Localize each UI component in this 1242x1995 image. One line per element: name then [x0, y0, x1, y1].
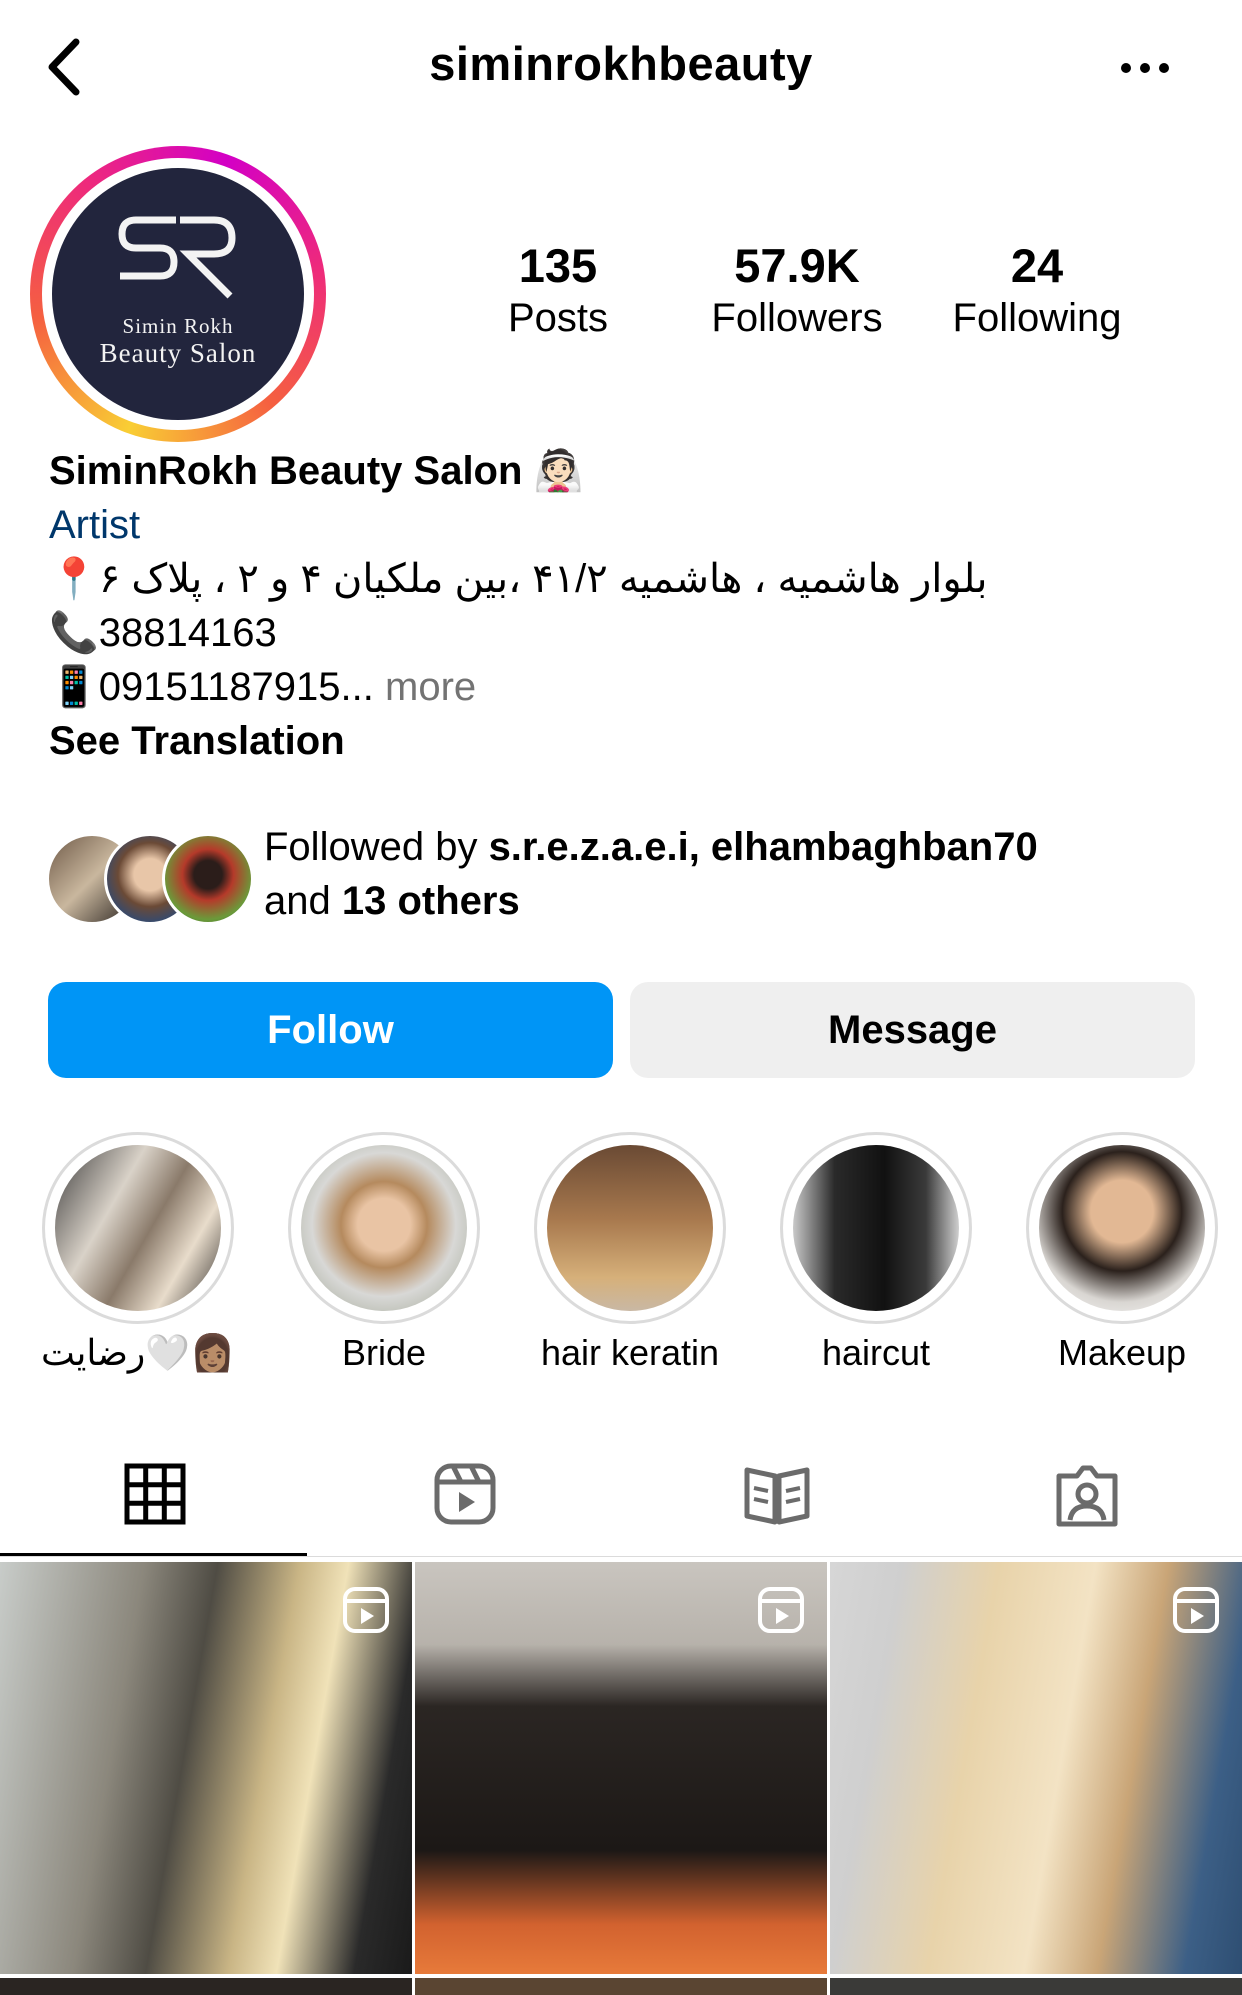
bio-phone: 📞38814163	[49, 611, 277, 655]
highlight-makeup[interactable]: Makeup	[1026, 1132, 1218, 1373]
more-options-button[interactable]	[1110, 40, 1180, 100]
highlight-cover	[547, 1145, 713, 1311]
bio-address: 📍بلوار هاشمیه ، هاشمیه ۴۱/۲ ،بین ملکیان …	[49, 557, 988, 601]
grid-icon	[124, 1463, 186, 1525]
followers-label: Followers	[711, 296, 883, 340]
followed-by-users[interactable]: s.r.e.z.a.e.i, elhambaghban70	[489, 825, 1038, 869]
following-label: Following	[952, 296, 1122, 340]
tagged-person-icon	[1056, 1465, 1118, 1527]
tab-tagged[interactable]	[930, 1440, 1240, 1556]
bio-mobile: 📱09151187915...	[49, 665, 374, 709]
reel-indicator-icon	[1173, 1587, 1219, 1633]
bio-more-link[interactable]: more	[374, 665, 476, 709]
post-thumbnail[interactable]	[415, 1978, 827, 1995]
followed-by-others[interactable]: 13 others	[342, 879, 520, 923]
profile-display-name: SiminRokh Beauty Salon 👰🏻	[49, 449, 584, 493]
post-thumbnail[interactable]	[830, 1562, 1242, 1974]
highlight-label: Makeup	[1057, 1332, 1187, 1373]
highlight-label: رضایت🤍👩🏽	[41, 1332, 235, 1373]
reel-indicator-icon	[758, 1587, 804, 1633]
avatar-brand-line2: Beauty Salon	[99, 338, 257, 368]
post-thumbnail[interactable]	[830, 1978, 1242, 1995]
profile-category[interactable]: Artist	[49, 498, 140, 552]
bio-mobile-line: 📱09151187915... more	[49, 660, 476, 714]
following-count[interactable]: 24 Following	[937, 238, 1137, 342]
highlight-ring	[534, 1132, 726, 1324]
highlight-ring	[288, 1132, 480, 1324]
followed-by-text[interactable]: Followed by s.r.e.z.a.e.i, elhambaghban7…	[264, 820, 1038, 928]
highlight-cover	[793, 1145, 959, 1311]
avatar-brand-line1: Simin Rokh	[122, 314, 234, 338]
ellipsis-icon	[1121, 63, 1169, 73]
highlight-ring	[780, 1132, 972, 1324]
guide-book-icon	[744, 1467, 810, 1525]
following-value: 24	[1010, 239, 1064, 292]
highlight-label: haircut	[821, 1332, 931, 1373]
posts-count[interactable]: 135 Posts	[458, 238, 658, 342]
followers-value: 57.9K	[734, 239, 860, 292]
highlight-reviews[interactable]: رضایت🤍👩🏽	[41, 1132, 235, 1373]
reels-icon	[434, 1463, 496, 1525]
followers-count[interactable]: 57.9K Followers	[697, 238, 897, 342]
posts-label: Posts	[507, 296, 609, 340]
follower-avatar-3[interactable]	[162, 833, 254, 925]
post-thumbnail[interactable]	[0, 1978, 412, 1995]
highlight-cover	[1039, 1145, 1205, 1311]
tab-grid[interactable]	[0, 1440, 310, 1556]
highlight-ring	[1026, 1132, 1218, 1324]
highlight-haircut[interactable]: haircut	[780, 1132, 972, 1373]
tab-divider	[0, 1556, 1242, 1557]
highlight-bride[interactable]: Bride	[288, 1132, 480, 1373]
highlight-label: Bride	[341, 1332, 427, 1373]
followed-by-and: and	[264, 879, 342, 923]
sr-logo	[118, 216, 236, 299]
highlight-cover	[301, 1145, 467, 1311]
message-button[interactable]: Message	[630, 982, 1195, 1078]
post-thumbnail[interactable]	[0, 1562, 412, 1974]
highlight-cover	[55, 1145, 221, 1311]
highlight-hair-keratin[interactable]: hair keratin	[534, 1132, 726, 1373]
follow-button[interactable]: Follow	[48, 982, 613, 1078]
highlight-ring	[42, 1132, 234, 1324]
tab-reels[interactable]	[310, 1440, 620, 1556]
posts-value: 135	[518, 239, 598, 292]
highlight-label: hair keratin	[540, 1332, 720, 1373]
post-thumbnail[interactable]	[415, 1562, 827, 1974]
reel-indicator-icon	[343, 1587, 389, 1633]
followed-by-prefix: Followed by	[264, 825, 489, 869]
profile-username: siminrokhbeauty	[429, 37, 813, 90]
tab-guides[interactable]	[620, 1440, 930, 1556]
avatar[interactable]: Simin Rokh Beauty Salon	[52, 168, 304, 420]
see-translation-link[interactable]: See Translation	[49, 714, 345, 768]
